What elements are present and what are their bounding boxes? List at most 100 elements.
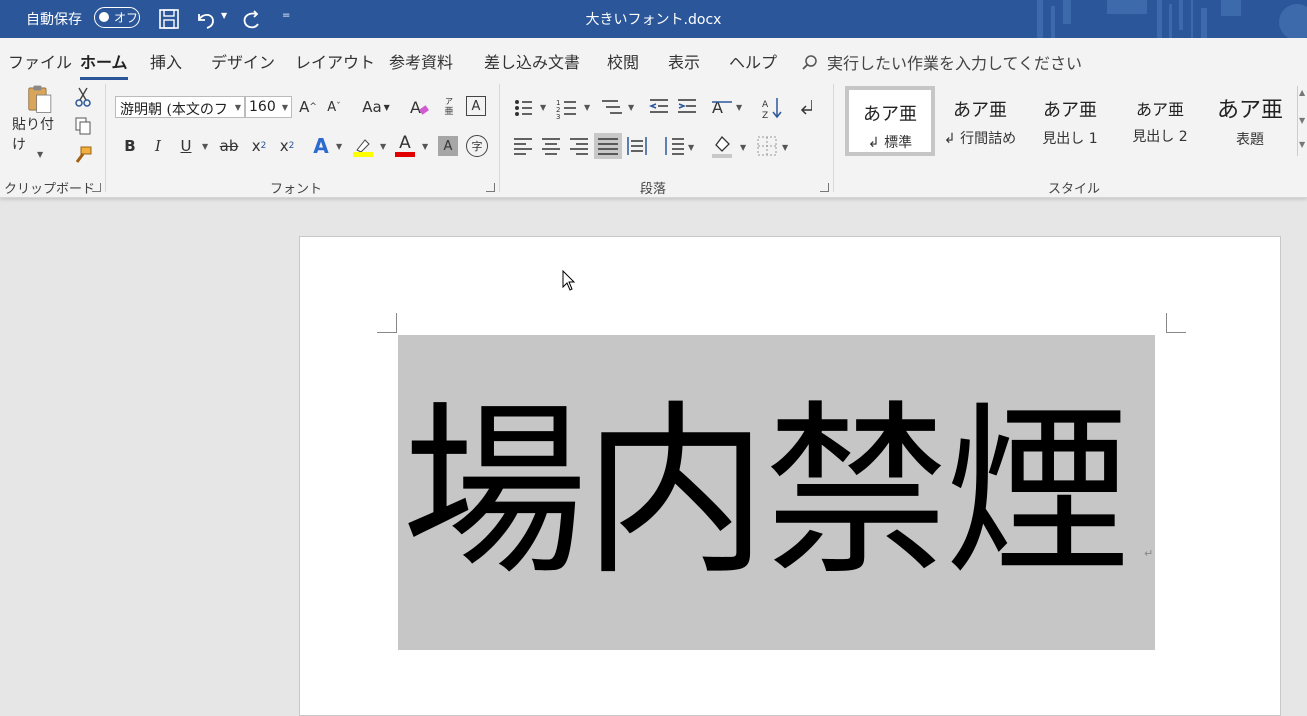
copy-button[interactable]	[72, 115, 94, 137]
superscript-icon: x	[279, 137, 289, 155]
tab-mailings[interactable]: 差し込み文書	[484, 49, 580, 73]
bold-button[interactable]: B	[120, 135, 140, 157]
style-normal[interactable]: あア亜 ↲ 標準	[845, 86, 935, 156]
format-painter-button[interactable]	[72, 144, 94, 166]
distributed-icon[interactable]	[627, 137, 647, 155]
tab-review[interactable]: 校閲	[607, 49, 639, 73]
tab-home[interactable]: ホーム	[80, 49, 128, 80]
character-shading-icon: A	[443, 138, 453, 154]
shrink-font-icon: A	[327, 99, 337, 115]
tab-file[interactable]: ファイル	[8, 49, 72, 73]
tab-layout[interactable]: レイアウト	[295, 49, 375, 73]
multilevel-list-icon[interactable]: ▼	[602, 100, 635, 114]
style-heading-2[interactable]: あア亜 見出し 2	[1115, 86, 1205, 156]
svg-text:A: A	[410, 98, 421, 117]
tell-me-search[interactable]: 実行したい作業を入力してください	[801, 50, 1082, 74]
font-name-field[interactable]: 游明朝 (本文のフ ▼	[115, 96, 245, 118]
clipboard-launcher-icon[interactable]	[92, 183, 101, 192]
strikethrough-button[interactable]: ab	[216, 135, 242, 157]
style-sample: あア亜	[1043, 100, 1097, 121]
align-left-icon[interactable]	[514, 138, 532, 155]
style-sample: あア亜	[1135, 100, 1184, 119]
text-direction-icon[interactable]: A ▼	[712, 98, 743, 117]
highlight-button[interactable]	[350, 133, 376, 159]
style-name: ↲ 行間詰め	[943, 131, 1017, 147]
tab-view[interactable]: 表示	[668, 49, 700, 73]
style-title[interactable]: あア亜 表題	[1205, 86, 1295, 156]
justify-icon[interactable]	[594, 133, 622, 159]
change-case-button[interactable]: Aa ▼	[358, 96, 394, 118]
title-bar: 自動保存 オフ ▼ = 大きいフォント.docx	[0, 0, 1307, 38]
style-name: 表題	[1236, 132, 1264, 148]
format-painter-icon	[75, 146, 92, 163]
tab-insert[interactable]: 挿入	[150, 49, 182, 73]
character-shading-button[interactable]: A	[438, 136, 458, 156]
svg-text:A: A	[762, 100, 769, 110]
enclose-characters-button[interactable]: 字	[466, 135, 488, 157]
increase-indent-icon[interactable]	[678, 99, 696, 113]
font-color-button[interactable]: A	[394, 131, 416, 159]
tab-help[interactable]: ヘルプ	[729, 49, 777, 73]
superscript-button[interactable]: x2	[276, 135, 298, 157]
svg-text:3: 3	[556, 113, 560, 120]
paragraph-launcher-icon[interactable]	[820, 183, 829, 192]
font-color-dropdown-icon[interactable]: ▼	[422, 142, 428, 151]
clear-formatting-button[interactable]: A	[407, 96, 431, 118]
font-launcher-icon[interactable]	[486, 183, 495, 192]
paste-dropdown-icon[interactable]: ▼	[37, 150, 43, 159]
tab-references[interactable]: 参考資料	[389, 49, 453, 73]
svg-text:A: A	[712, 98, 723, 117]
shrink-font-button[interactable]: Aˇ	[323, 96, 345, 118]
text-effects-button[interactable]: A	[309, 133, 333, 159]
show-hide-marks-icon[interactable]	[800, 100, 812, 115]
copy-icon	[75, 117, 91, 135]
styles-gallery-scroll[interactable]: ▲ ▼ ▼	[1297, 86, 1307, 156]
underline-button[interactable]: U	[176, 135, 196, 157]
paragraph-row2-icons: ▼ ▼ ▼	[514, 133, 789, 159]
more-styles-icon[interactable]: ▼	[1299, 140, 1305, 149]
font-size-value: 160	[249, 99, 276, 115]
text-effects-icon: A	[313, 134, 329, 158]
subscript-button[interactable]: x2	[248, 135, 270, 157]
document-text[interactable]: 場内禁煙	[398, 335, 1155, 650]
style-no-spacing[interactable]: あア亜 ↲ 行間詰め	[935, 86, 1025, 156]
sort-icon[interactable]: AZ	[762, 98, 782, 120]
align-center-icon[interactable]	[542, 138, 560, 155]
phonetic-guide-button[interactable]: ア亜	[440, 94, 458, 120]
decrease-indent-icon[interactable]	[648, 99, 668, 113]
italic-icon: I	[155, 137, 161, 155]
paste-button[interactable]: 貼り付け	[12, 84, 66, 154]
highlight-dropdown-icon[interactable]: ▼	[380, 142, 386, 151]
numbering-icon[interactable]: 123▼	[556, 99, 591, 120]
character-border-icon: A	[471, 98, 481, 114]
font-size-dropdown-icon[interactable]: ▼	[282, 103, 288, 112]
style-heading-1[interactable]: あア亜 見出し 1	[1025, 86, 1115, 156]
italic-button[interactable]: I	[148, 135, 168, 157]
style-sample: あア亜	[863, 104, 917, 125]
align-right-icon[interactable]	[570, 138, 588, 155]
underline-dropdown-icon[interactable]: ▼	[202, 142, 208, 151]
underline-icon: U	[180, 137, 192, 155]
line-spacing-icon[interactable]: ▼	[665, 137, 695, 155]
tab-design[interactable]: デザイン	[211, 49, 275, 73]
paragraph-group-label: 段落	[640, 182, 667, 197]
cut-button[interactable]	[72, 86, 94, 108]
style-name: ↲ 標準	[867, 135, 913, 151]
change-case-icon: Aa	[362, 98, 382, 116]
grow-font-button[interactable]: A ^	[297, 96, 319, 118]
borders-icon[interactable]: ▼	[757, 136, 789, 156]
chevron-up-icon[interactable]: ▲	[1299, 88, 1305, 97]
styles-gallery: あア亜 ↲ 標準 あア亜 ↲ 行間詰め あア亜 見出し 1 あア亜 見出し 2 …	[845, 86, 1297, 156]
text-effects-dropdown-icon[interactable]: ▼	[336, 142, 342, 151]
bullets-icon[interactable]: ▼	[515, 100, 547, 116]
chevron-down-icon[interactable]: ▼	[1299, 116, 1305, 125]
font-name-dropdown-icon[interactable]: ▼	[235, 103, 241, 112]
group-separator	[499, 84, 500, 192]
font-size-field[interactable]: 160 ▼	[245, 96, 292, 118]
mouse-pointer-icon	[562, 270, 576, 291]
group-separator	[833, 84, 834, 192]
highlight-color-swatch	[353, 151, 373, 157]
character-border-button[interactable]: A	[466, 96, 486, 116]
svg-text:▼: ▼	[782, 143, 789, 152]
paragraph-shading-icon[interactable]: ▼	[712, 136, 747, 158]
